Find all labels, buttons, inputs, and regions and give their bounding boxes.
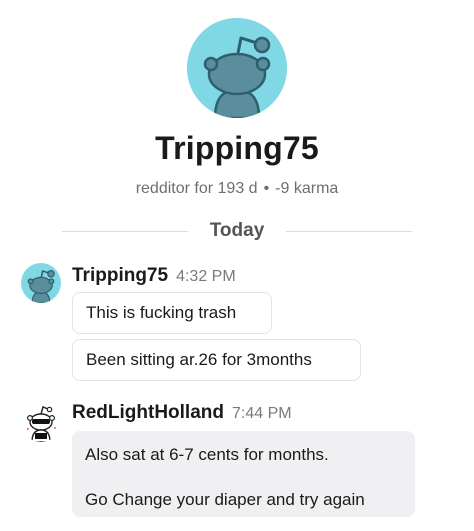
reddit-snoo-icon [187, 18, 287, 118]
meta-separator: • [263, 180, 270, 197]
message-bubble[interactable]: Been sitting ar.26 for 3months [72, 339, 361, 381]
message-header: RedLightHolland 7:44 PM [72, 402, 292, 424]
reddit-snoo-icon [21, 263, 61, 303]
message-text: Been sitting ar.26 for 3months [86, 350, 312, 369]
message-header: Tripping75 4:32 PM [72, 265, 236, 287]
profile-avatar[interactable] [187, 18, 287, 118]
divider-line-right [286, 231, 412, 232]
chat-page: Tripping75 redditor for 193 d • -9 karma T… [0, 0, 474, 531]
message-bubble[interactable]: Also sat at 6-7 cents for months. Go Cha… [72, 431, 415, 517]
message-text: Go Change your diaper and try again [85, 490, 365, 509]
profile-username: Tripping75 [155, 130, 319, 166]
divider-line-left [62, 231, 188, 232]
snoo-sunglasses-avatar-icon [26, 406, 56, 442]
message-author[interactable]: RedLightHolland [72, 402, 224, 423]
message-time: 4:32 PM [176, 268, 236, 285]
profile-karma: -9 karma [275, 180, 339, 197]
message-text: Also sat at 6-7 cents for months. [85, 445, 329, 464]
message-avatar[interactable] [21, 263, 61, 303]
date-divider-label: Today [209, 220, 265, 241]
message-time: 7:44 PM [231, 405, 292, 422]
message-author[interactable]: Tripping75 [72, 265, 168, 286]
message-bubble[interactable]: This is fucking trash [72, 292, 272, 334]
profile-meta: redditor for 193 d • -9 karma [0, 180, 474, 198]
message-text: This is fucking trash [86, 303, 237, 322]
message-avatar[interactable] [21, 402, 61, 442]
profile-age: redditor for 193 d [135, 180, 258, 197]
